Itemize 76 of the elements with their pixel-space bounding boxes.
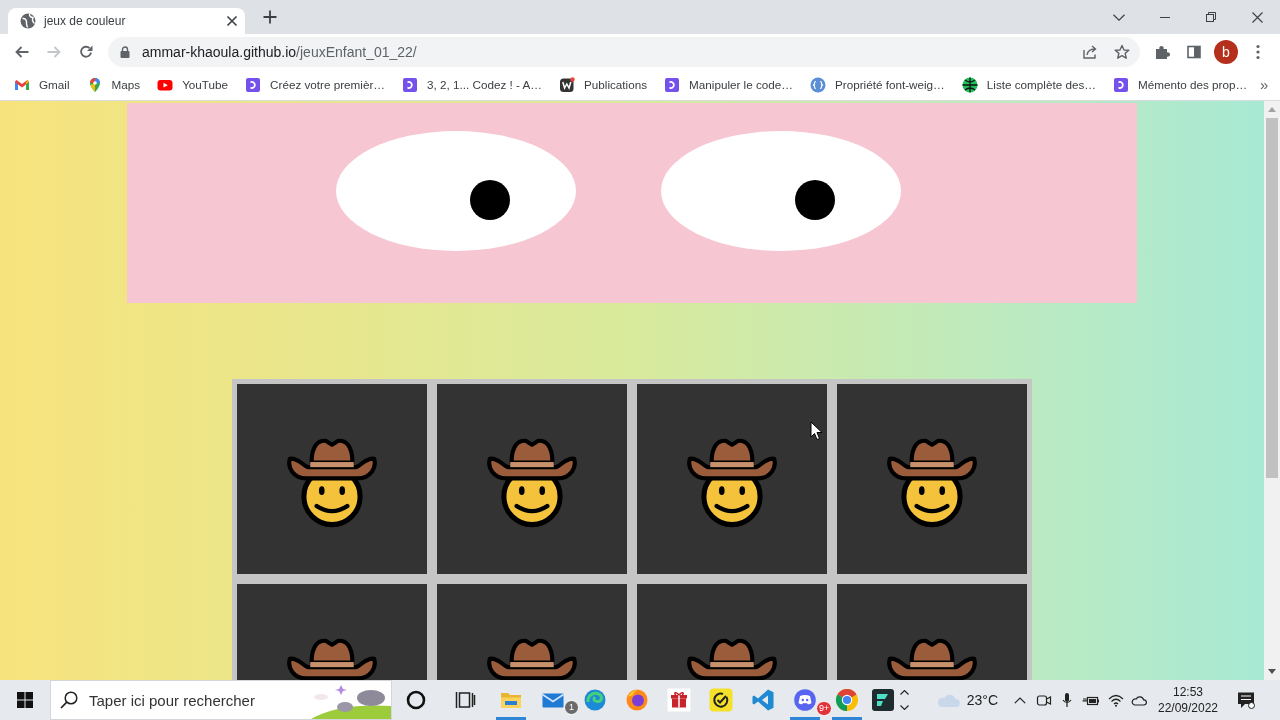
cowboy-face-icon bbox=[286, 437, 378, 529]
more-bookmarks-button[interactable]: » bbox=[1258, 73, 1271, 97]
wifi-icon[interactable] bbox=[1108, 693, 1124, 707]
ring-icon[interactable] bbox=[404, 688, 428, 712]
bookmark[interactable]: Créez votre premièr… bbox=[239, 71, 392, 99]
search-icon bbox=[60, 691, 78, 709]
game-tile[interactable] bbox=[837, 384, 1027, 574]
close-icon[interactable] bbox=[1251, 11, 1263, 23]
new-tab-icon[interactable] bbox=[263, 10, 277, 24]
scrollbar-thumb[interactable] bbox=[1266, 118, 1278, 478]
search-box[interactable]: Taper ici pour rechercher bbox=[50, 680, 392, 720]
start-icon[interactable] bbox=[17, 692, 33, 708]
unread-count: 1 bbox=[564, 700, 579, 715]
cowboy-face-icon bbox=[486, 437, 578, 529]
unread-count: 9+ bbox=[816, 701, 833, 716]
search-field[interactable]: Taper ici pour rechercher bbox=[89, 688, 289, 712]
cloud-outline-icon[interactable] bbox=[1131, 694, 1147, 706]
bookmark[interactable]: Propriété font-weig… bbox=[804, 71, 951, 99]
bookmark[interactable]: Maps bbox=[80, 71, 147, 99]
clock-date[interactable]: 22/09/2022 bbox=[1157, 700, 1219, 716]
game-tile[interactable] bbox=[637, 384, 827, 574]
more-menu-icon[interactable] bbox=[1256, 44, 1260, 60]
envelope-m-icon bbox=[14, 77, 30, 93]
share-icon[interactable] bbox=[1082, 44, 1098, 60]
chevron-up-icon[interactable] bbox=[1014, 696, 1026, 704]
chevron-down-icon[interactable] bbox=[1113, 13, 1125, 21]
gift-icon[interactable] bbox=[667, 688, 691, 712]
cowboy-face-icon bbox=[686, 437, 778, 529]
puzzle-piece-icon[interactable] bbox=[1154, 44, 1170, 60]
notification-icon[interactable] bbox=[1237, 691, 1255, 709]
mouse-pointer-icon bbox=[810, 421, 823, 441]
browser-tab[interactable]: jeux de couleur bbox=[8, 8, 245, 34]
globe-icon bbox=[961, 77, 978, 93]
weather-temperature[interactable]: 23°C bbox=[966, 689, 998, 711]
crescent-tile-icon bbox=[245, 77, 262, 93]
side-panel-icon[interactable] bbox=[1186, 44, 1202, 60]
crescent-tile-icon bbox=[402, 77, 419, 93]
globe-icon bbox=[20, 13, 36, 29]
bookmark[interactable]: 3, 2, 1... Codez ! - A… bbox=[396, 71, 548, 99]
striped-tile-icon[interactable] bbox=[871, 688, 895, 712]
bookmark[interactable]: Mémento des prop… bbox=[1106, 71, 1254, 99]
game-tile[interactable] bbox=[437, 384, 627, 574]
back-arrow-icon[interactable] bbox=[14, 44, 30, 60]
address-bar[interactable]: ammar-khaoula.github.io/jeuxEnfant_01_22/ bbox=[108, 37, 1140, 67]
game-tile[interactable] bbox=[237, 384, 427, 574]
bookmark[interactable]: Liste complète des… bbox=[955, 71, 1102, 99]
cowboy-face-icon bbox=[886, 437, 978, 529]
braces-circle-icon bbox=[810, 77, 826, 93]
swirl-icon[interactable] bbox=[583, 688, 607, 712]
crescent-tile-icon bbox=[664, 77, 681, 93]
scroll-up-icon[interactable] bbox=[899, 690, 909, 695]
star-icon[interactable] bbox=[1114, 44, 1130, 60]
gamepad-icon[interactable] bbox=[794, 689, 816, 711]
lock-icon bbox=[120, 46, 130, 58]
close-tab-icon[interactable] bbox=[226, 15, 238, 27]
profile-avatar[interactable]: b bbox=[1214, 40, 1238, 64]
scroll-down-icon[interactable] bbox=[1268, 669, 1276, 674]
pupil bbox=[795, 180, 835, 220]
code-editor-icon[interactable] bbox=[751, 688, 775, 712]
w-tile-icon bbox=[559, 77, 575, 93]
restore-icon[interactable] bbox=[1206, 12, 1216, 22]
tricolor-circle-icon[interactable] bbox=[835, 688, 859, 712]
reload-icon[interactable] bbox=[78, 44, 94, 60]
pupil bbox=[470, 180, 510, 220]
bookmark[interactable]: Gmail bbox=[8, 71, 76, 99]
bookmark[interactable]: YouTube bbox=[151, 71, 235, 99]
bookmark[interactable]: Manipuler le code… bbox=[658, 71, 799, 99]
scroll-down-icon[interactable] bbox=[899, 705, 909, 710]
crescent-tile-icon bbox=[1112, 77, 1129, 93]
envelope-icon[interactable] bbox=[542, 692, 564, 708]
bookmark[interactable]: Publications bbox=[553, 71, 654, 99]
play-button-icon bbox=[157, 77, 174, 93]
flame-globe-icon[interactable] bbox=[625, 688, 649, 712]
minimize-icon[interactable] bbox=[1160, 16, 1170, 18]
video-camera-icon[interactable] bbox=[1036, 692, 1052, 708]
clock-time[interactable]: 12:53 bbox=[1173, 684, 1203, 700]
